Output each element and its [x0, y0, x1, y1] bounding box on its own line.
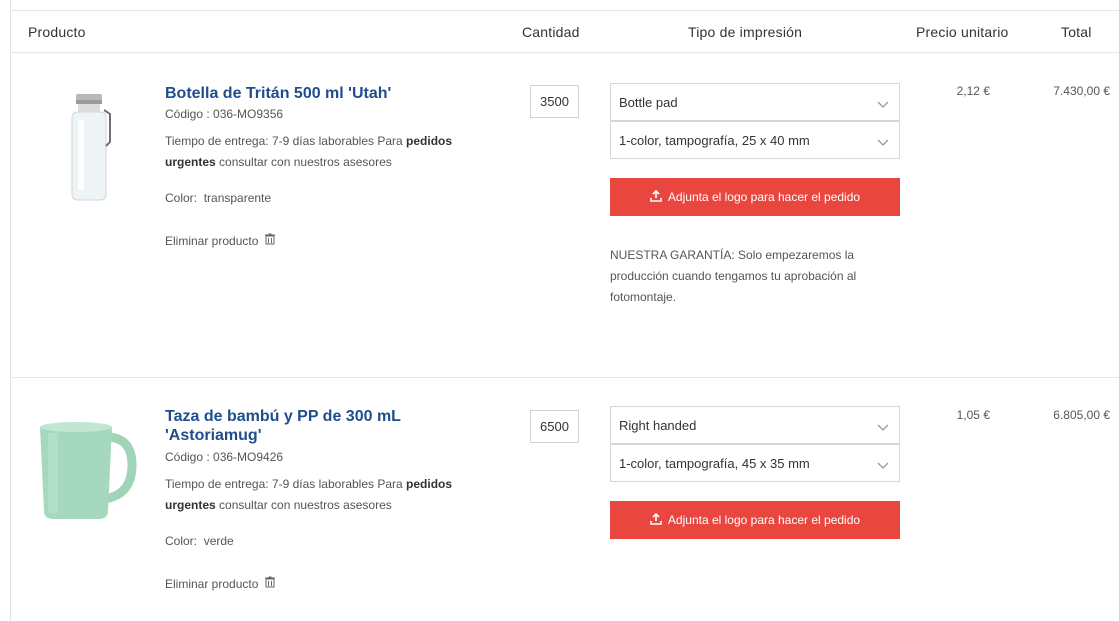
- upload-icon: [650, 189, 662, 205]
- cart-row-mug: Taza de bambú y PP de 300 mL 'Astoriamug…: [10, 378, 1119, 621]
- product-name-link[interactable]: Taza de bambú y PP de 300 mL 'Astoriamug…: [165, 407, 465, 445]
- print-method-select[interactable]: 1-color, tampografía, 25 x 40 mm: [610, 121, 900, 159]
- upload-logo-button[interactable]: Adjunta el logo para hacer el pedido: [610, 178, 900, 216]
- header-unit-price: Precio unitario: [916, 24, 1009, 40]
- product-image-bottle[interactable]: [30, 84, 148, 204]
- product-code: Código : 036-MO9356: [165, 107, 284, 121]
- print-option-select[interactable]: Bottle pad: [610, 83, 900, 121]
- header-quantity: Cantidad: [522, 24, 580, 40]
- print-method-select[interactable]: 1-color, tampografía, 45 x 35 mm: [610, 444, 900, 482]
- upload-icon: [650, 512, 662, 528]
- trash-icon: [264, 574, 276, 595]
- print-option-select[interactable]: Right handed: [610, 406, 900, 444]
- unit-price: 2,12 €: [956, 84, 990, 98]
- chevron-down-icon: [877, 97, 889, 112]
- cart-row-bottle: Botella de Tritán 500 ml 'Utah' Código :…: [10, 54, 1119, 376]
- chevron-down-icon: [877, 420, 889, 435]
- remove-product-link[interactable]: Eliminar producto: [165, 574, 276, 595]
- product-code: Código : 036-MO9426: [165, 450, 284, 464]
- product-color: Color: verde: [165, 534, 234, 548]
- chevron-down-icon: [877, 458, 889, 473]
- trash-icon: [264, 231, 276, 252]
- product-image-mug[interactable]: [32, 415, 142, 527]
- header-product: Producto: [28, 24, 86, 40]
- quantity-input[interactable]: [530, 410, 579, 443]
- product-name-link[interactable]: Botella de Tritán 500 ml 'Utah': [165, 84, 465, 103]
- unit-price: 1,05 €: [956, 408, 990, 422]
- product-color: Color: transparente: [165, 191, 272, 205]
- delivery-info: Tiempo de entrega: 7-9 días laborables P…: [165, 477, 453, 512]
- line-total: 6.805,00 €: [1053, 408, 1110, 422]
- quantity-input[interactable]: [530, 85, 579, 118]
- remove-product-link[interactable]: Eliminar producto: [165, 231, 276, 252]
- guarantee-note: NUESTRA GARANTÍA: Solo empezaremos la pr…: [610, 248, 857, 304]
- cart-table-header: Producto Cantidad Tipo de impresión Prec…: [10, 10, 1119, 53]
- delivery-info: Tiempo de entrega: 7-9 días laborables P…: [165, 134, 453, 169]
- header-print-type: Tipo de impresión: [688, 24, 803, 40]
- upload-logo-button[interactable]: Adjunta el logo para hacer el pedido: [610, 501, 900, 539]
- chevron-down-icon: [877, 135, 889, 150]
- header-total: Total: [1061, 24, 1092, 40]
- line-total: 7.430,00 €: [1053, 84, 1110, 98]
